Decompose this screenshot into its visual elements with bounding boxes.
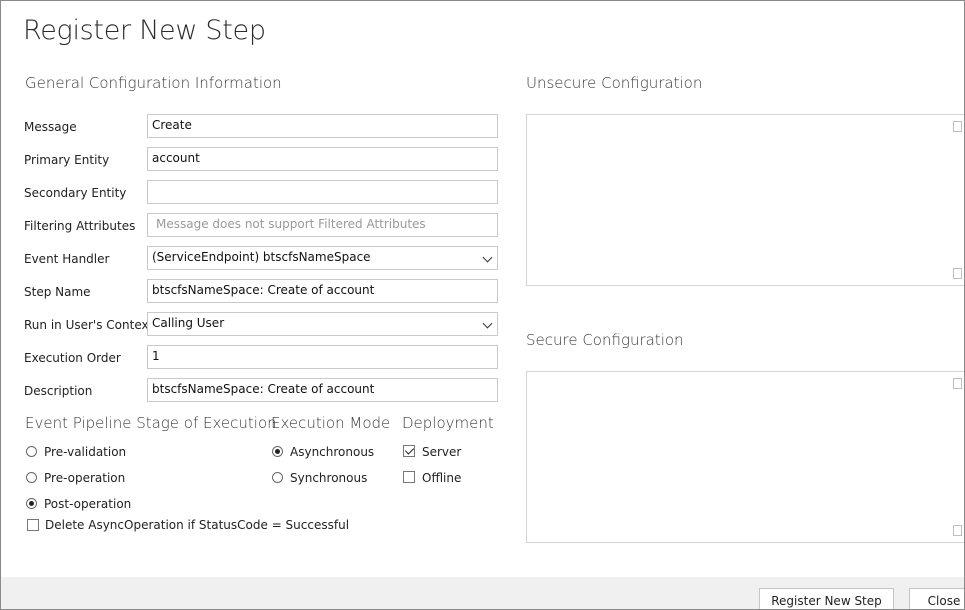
filtering-attributes-label: Filtering Attributes [24, 219, 136, 233]
description-field[interactable]: btscfsNameSpace: Create of account [147, 378, 498, 402]
chevron-down-icon [482, 318, 493, 329]
register-new-step-button[interactable]: Register New Step [759, 588, 894, 609]
general-config-heading: General Configuration Information [25, 74, 282, 92]
post-operation-label: Post-operation [44, 497, 132, 511]
delete-async-checkbox[interactable] [27, 519, 39, 531]
run-context-select[interactable]: Calling User [147, 312, 498, 336]
pipeline-stage-heading: Event Pipeline Stage of Execution [25, 414, 277, 432]
synchronous-radio[interactable] [272, 472, 283, 483]
pre-operation-radio[interactable] [26, 472, 37, 483]
deployment-heading: Deployment [402, 414, 494, 432]
chevron-down-icon [482, 252, 493, 263]
run-context-label: Run in User's Context [24, 318, 154, 332]
message-label: Message [24, 120, 77, 134]
event-handler-select[interactable]: (ServiceEndpoint) btscfsNameSpace [147, 246, 498, 270]
close-button[interactable]: Close [909, 588, 964, 609]
offline-checkbox[interactable] [403, 471, 415, 483]
delete-async-label: Delete AsyncOperation if StatusCode = Su… [45, 518, 350, 532]
scrollbar-down-arrow[interactable] [953, 268, 962, 279]
step-name-field[interactable]: btscfsNameSpace: Create of account [147, 279, 498, 303]
event-handler-label: Event Handler [24, 252, 110, 266]
execution-mode-heading: Execution Mode [271, 414, 391, 432]
synchronous-label: Synchronous [290, 471, 368, 485]
secure-config-textarea[interactable] [526, 371, 964, 543]
primary-entity-label: Primary Entity [24, 153, 110, 167]
post-operation-radio[interactable] [26, 498, 37, 509]
execution-order-field[interactable]: 1 [147, 345, 498, 369]
asynchronous-radio[interactable] [272, 446, 283, 457]
server-checkbox[interactable] [403, 445, 415, 457]
message-field[interactable]: Create [147, 114, 498, 138]
pre-validation-label: Pre-validation [44, 445, 127, 459]
register-step-dialog: Register New Step General Configuration … [0, 0, 965, 610]
step-name-label: Step Name [24, 285, 91, 299]
pre-operation-label: Pre-operation [44, 471, 126, 485]
unsecure-config-heading: Unsecure Configuration [526, 74, 703, 92]
primary-entity-field[interactable]: account [147, 147, 498, 171]
event-handler-value: (ServiceEndpoint) btscfsNameSpace [152, 250, 371, 264]
secure-config-heading: Secure Configuration [526, 331, 684, 349]
description-label: Description [24, 384, 93, 398]
scrollbar-up-arrow[interactable] [953, 121, 962, 132]
execution-order-label: Execution Order [24, 351, 121, 365]
server-label: Server [422, 445, 462, 459]
asynchronous-label: Asynchronous [290, 445, 375, 459]
secondary-entity-label: Secondary Entity [24, 186, 127, 200]
offline-label: Offline [422, 471, 462, 485]
pre-validation-radio[interactable] [26, 446, 37, 457]
run-context-value: Calling User [152, 316, 225, 330]
scrollbar-down-arrow[interactable] [953, 525, 962, 536]
filtering-attributes-field[interactable]: Message does not support Filtered Attrib… [147, 213, 498, 237]
dialog-title: Register New Step [23, 15, 266, 46]
unsecure-config-textarea[interactable] [526, 114, 964, 286]
secondary-entity-field[interactable] [147, 180, 498, 204]
scrollbar-up-arrow[interactable] [953, 378, 962, 389]
